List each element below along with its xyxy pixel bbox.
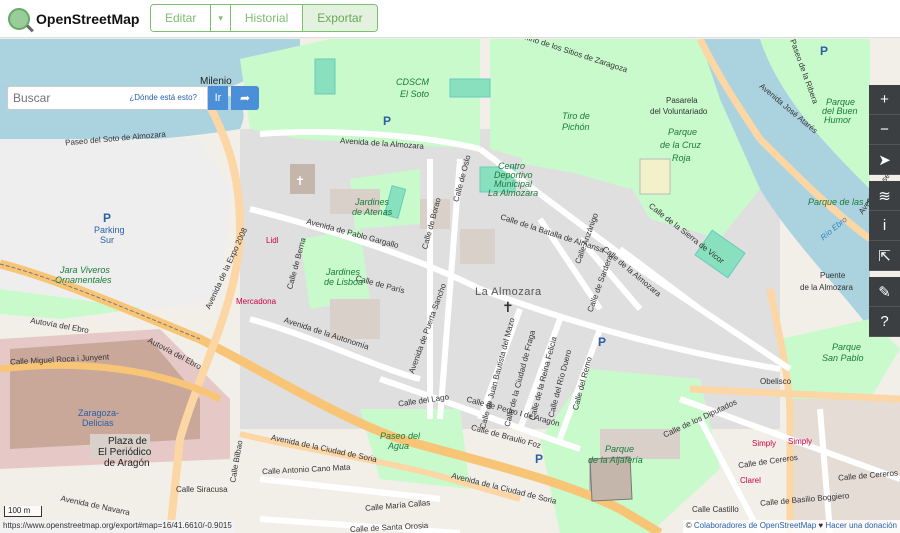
zoom-out-button[interactable]: − xyxy=(869,115,900,145)
osm-logo-icon xyxy=(8,7,30,30)
zoom-in-icon: + xyxy=(880,91,889,108)
scale-bar: 100 m xyxy=(4,506,42,517)
footer: https://www.openstreetmap.org/export#map… xyxy=(0,520,900,533)
layers-icon: ≋ xyxy=(878,187,891,205)
map-controls: + − ➤ ≋ i ⇱ ✎ ? xyxy=(869,85,900,337)
map-canvas[interactable]: Milenio Paseo del Soto de Almozara CDSCM… xyxy=(0,39,900,533)
tab-edit[interactable]: Editar xyxy=(151,5,212,31)
note-icon: ✎ xyxy=(878,283,891,301)
locate-icon: ➤ xyxy=(878,151,891,169)
query-features-button[interactable]: ? xyxy=(869,307,900,337)
add-note-button[interactable]: ✎ xyxy=(869,277,900,307)
attribution-sep: ♥ xyxy=(816,521,826,530)
query-icon: ? xyxy=(880,313,889,330)
status-url: https://www.openstreetmap.org/export#map… xyxy=(0,520,235,533)
map-key-button[interactable]: i xyxy=(869,211,900,241)
zoom-out-icon: − xyxy=(880,121,889,138)
search-bar: ¿Dónde está esto? Ir ➦ xyxy=(7,86,259,110)
directions-button[interactable]: ➦ xyxy=(231,86,259,110)
locate-button[interactable]: ➤ xyxy=(869,145,900,175)
directions-icon: ➦ xyxy=(239,91,251,105)
donate-link[interactable]: Hacer una donación xyxy=(825,521,897,530)
info-icon: i xyxy=(882,217,887,234)
layers-button[interactable]: ≋ xyxy=(869,181,900,211)
tab-export[interactable]: Exportar xyxy=(303,5,377,31)
zoom-in-button[interactable]: + xyxy=(869,85,900,115)
header: OpenStreetMap Editar ▾ Historial Exporta… xyxy=(0,0,900,38)
nav-tabs: Editar ▾ Historial Exportar xyxy=(150,4,378,32)
share-icon: ⇱ xyxy=(878,247,891,265)
share-button[interactable]: ⇱ xyxy=(869,241,900,271)
attribution-link[interactable]: Colaboradores de OpenStreetMap xyxy=(694,521,816,530)
logo-text[interactable]: OpenStreetMap xyxy=(36,11,139,27)
map-base xyxy=(0,39,900,533)
tab-history[interactable]: Historial xyxy=(230,5,304,31)
where-is-this-link[interactable]: ¿Dónde está esto? xyxy=(129,93,197,102)
logo[interactable]: OpenStreetMap xyxy=(8,7,139,30)
edit-dropdown-caret[interactable]: ▾ xyxy=(211,5,231,31)
attribution: © Colaboradores de OpenStreetMap ♥ Hacer… xyxy=(682,520,900,533)
attribution-prefix: © xyxy=(685,521,694,530)
search-go-button[interactable]: Ir xyxy=(208,86,228,110)
